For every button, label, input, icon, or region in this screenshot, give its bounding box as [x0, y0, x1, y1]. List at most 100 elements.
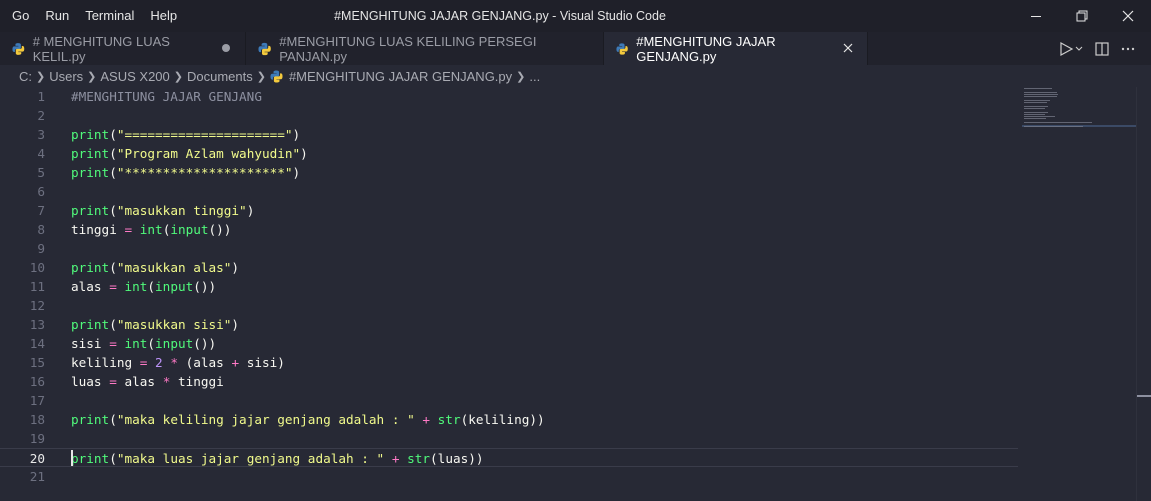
minimap-line	[1024, 102, 1048, 103]
tab-label: #MENGHITUNG JAJAR GENJANG.py	[636, 33, 776, 64]
tab-jajar-genjang[interactable]: #MENGHITUNG JAJAR GENJANG.py	[604, 32, 868, 65]
menu-go[interactable]: Go	[4, 0, 37, 32]
code-text: print("maka luas jajar genjang adalah : …	[71, 449, 484, 468]
run-button[interactable]	[1055, 38, 1089, 60]
minimize-button[interactable]	[1013, 0, 1059, 32]
more-actions-button[interactable]	[1115, 38, 1141, 60]
code-token: (	[109, 165, 117, 180]
code-token: print	[71, 317, 110, 332]
tab-luas-keliling-persegi-panjang[interactable]: #MENGHITUNG LUAS KELILING PERSEGI PANJAN…	[246, 32, 604, 65]
restore-button[interactable]	[1059, 0, 1105, 32]
run-icon	[1060, 41, 1083, 56]
code-line[interactable]: 18 print("maka keliling jajar genjang ada…	[0, 410, 1018, 429]
breadcrumb-item[interactable]: #MENGHITUNG JAJAR GENJANG.py	[289, 69, 512, 84]
line-number: 3	[37, 127, 45, 142]
menu-terminal[interactable]: Terminal	[77, 0, 142, 32]
breadcrumb-item[interactable]: ASUS X200	[100, 69, 169, 84]
code-token: print	[71, 260, 110, 275]
code-token: "masukkan alas"	[116, 260, 232, 275]
chevron-right-icon: ❯	[36, 70, 46, 83]
code-text: print("*********************")	[71, 163, 300, 182]
code-token: =	[109, 279, 117, 294]
code-line[interactable]: 19	[0, 429, 1018, 448]
title-bar: Go Run Terminal Help #MENGHITUNG JAJAR G…	[0, 0, 1151, 32]
code-line[interactable]: 6	[0, 182, 1018, 201]
chevron-right-icon: ❯	[256, 70, 266, 83]
code-text: keliling = 2 * (alas + sisi)	[71, 353, 285, 372]
code-token: =	[109, 374, 117, 389]
breadcrumb-item[interactable]: C:	[19, 69, 32, 84]
code-line[interactable]: 7 print("masukkan tinggi")	[0, 201, 1018, 220]
line-number: 11	[29, 279, 45, 294]
code-line[interactable]: 10 print("masukkan alas")	[0, 258, 1018, 277]
code-token: (	[109, 260, 117, 275]
code-token: "maka luas jajar genjang adalah : "	[116, 451, 385, 466]
tab-bar: # MENGHITUNG LUAS KELIL.py #MENGHITUNG L…	[0, 32, 1151, 65]
code-token: ())	[208, 222, 232, 237]
tab-label: # MENGHITUNG LUAS KELIL.py	[32, 33, 170, 64]
code-token: =	[109, 336, 117, 351]
line-number: 7	[37, 203, 45, 218]
code-token: (	[109, 412, 117, 427]
code-line[interactable]: 3 print("=====================")	[0, 125, 1018, 144]
code-token: input	[155, 279, 194, 294]
close-window-button[interactable]	[1105, 0, 1151, 32]
minimap-line	[1024, 114, 1045, 115]
code-text: print("masukkan alas")	[71, 258, 239, 277]
minimap[interactable]	[1022, 87, 1138, 501]
dot-icon	[218, 41, 233, 56]
line-number: 12	[29, 298, 45, 313]
code-line[interactable]: 20 print("maka luas jajar genjang adalah …	[0, 448, 1018, 467]
code-line[interactable]: 9	[0, 239, 1018, 258]
line-number: 8	[37, 222, 45, 237]
close-icon	[843, 43, 853, 53]
code-token: sisi)	[239, 355, 285, 370]
code-line[interactable]: 21	[0, 467, 1018, 486]
vertical-scrollbar[interactable]	[1136, 87, 1151, 501]
minimap-line	[1024, 106, 1049, 107]
python-icon	[12, 42, 25, 55]
code-line[interactable]: 17	[0, 391, 1018, 410]
breadcrumb-item[interactable]: Documents	[187, 69, 253, 84]
code-token: +	[422, 412, 431, 427]
line-number: 6	[37, 184, 45, 199]
code-line[interactable]: 13 print("masukkan sisi")	[0, 315, 1018, 334]
code-line[interactable]: 12	[0, 296, 1018, 315]
code-line[interactable]: 8 tinggi = int(input())	[0, 220, 1018, 239]
breadcrumb-item[interactable]: Users	[49, 69, 83, 84]
menu-help[interactable]: Help	[142, 0, 185, 32]
tab-close-button[interactable]	[841, 41, 855, 56]
code-token: input	[155, 336, 194, 351]
minimap-line	[1024, 88, 1052, 89]
minimize-icon	[1031, 16, 1041, 17]
code-line[interactable]: 11 alas = int(input())	[0, 277, 1018, 296]
minimap-line	[1024, 100, 1051, 101]
code-token: (	[109, 317, 117, 332]
minimap-line	[1024, 116, 1055, 117]
code-line[interactable]: 4 print("Program Azlam wahyudin")	[0, 144, 1018, 163]
menu-run[interactable]: Run	[37, 0, 77, 32]
minimap-line	[1024, 118, 1046, 119]
tab-label: #MENGHITUNG LUAS KELILING PERSEGI PANJAN…	[279, 33, 537, 64]
code-line[interactable]: 1 #MENGHITUNG JAJAR GENJANG	[0, 87, 1018, 106]
split-editor-button[interactable]	[1089, 38, 1115, 60]
line-number: 21	[29, 469, 45, 484]
line-number: 19	[29, 431, 45, 446]
code-line[interactable]: 14 sisi = int(input())	[0, 334, 1018, 353]
code-line[interactable]: 2	[0, 106, 1018, 125]
close-icon	[1122, 10, 1134, 22]
minimap-line	[1024, 96, 1057, 97]
line-number: 15	[29, 355, 45, 370]
code-token: print	[71, 412, 110, 427]
breadcrumb-item[interactable]: ...	[529, 69, 540, 84]
line-number: 16	[29, 374, 45, 389]
breadcrumb: C: ❯ Users ❯ ASUS X200 ❯ Documents ❯ #ME…	[0, 65, 1151, 87]
code-line[interactable]: 15 keliling = 2 * (alas + sisi)	[0, 353, 1018, 372]
code-token: "maka keliling jajar genjang adalah : "	[116, 412, 415, 427]
code-token: int	[139, 222, 163, 237]
code-line[interactable]: 5 print("*********************")	[0, 163, 1018, 182]
code-editor[interactable]: 1 #MENGHITUNG JAJAR GENJANG 2 3 print("=====…	[0, 87, 1020, 501]
code-token: (	[109, 127, 117, 142]
code-line[interactable]: 16 luas = alas * tinggi	[0, 372, 1018, 391]
tab-luas-kelil[interactable]: # MENGHITUNG LUAS KELIL.py	[0, 32, 246, 65]
